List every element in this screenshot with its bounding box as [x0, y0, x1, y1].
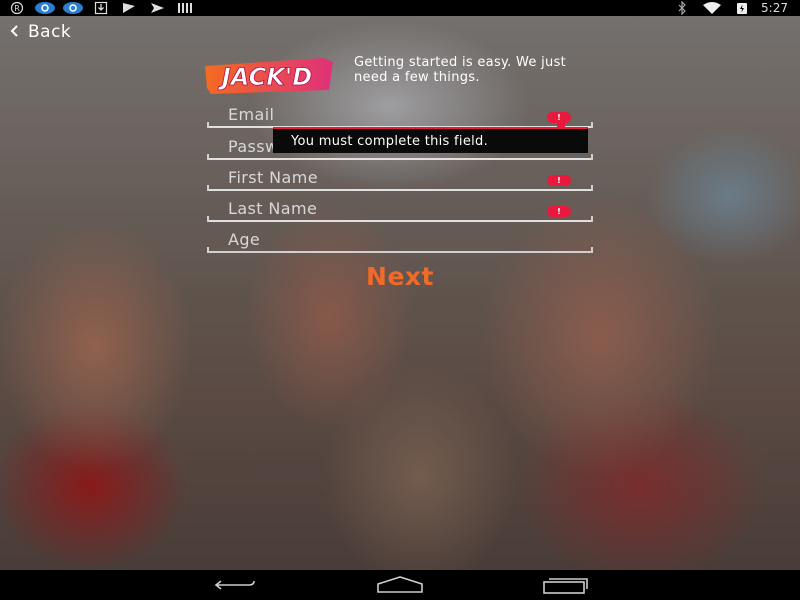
- error-tooltip: You must complete this field.: [273, 129, 588, 153]
- back-icon[interactable]: [210, 573, 260, 597]
- intro-text: Getting started is easy. We just need a …: [354, 55, 567, 85]
- email-placeholder: Email: [228, 105, 275, 124]
- age-placeholder: Age: [228, 230, 261, 249]
- age-field[interactable]: Age: [207, 225, 593, 253]
- field-underline: [207, 154, 593, 160]
- field-underline: [207, 185, 593, 191]
- field-underline: [207, 216, 593, 222]
- home-icon[interactable]: [375, 573, 425, 597]
- logo-text: JACK'D: [218, 63, 312, 91]
- signup-form-screen: JACK'D Getting started is easy. We just …: [0, 0, 800, 600]
- jackd-logo: JACK'D: [203, 56, 335, 96]
- error-badge-icon[interactable]: !: [547, 206, 571, 217]
- email-field[interactable]: Email !: [207, 100, 593, 128]
- recent-apps-icon[interactable]: [540, 573, 590, 597]
- field-underline: [207, 247, 593, 253]
- last-name-field[interactable]: Last Name !: [207, 194, 593, 222]
- navigation-bar: [0, 570, 800, 600]
- last-name-placeholder: Last Name: [228, 199, 318, 218]
- first-name-placeholder: First Name: [228, 168, 318, 187]
- next-button[interactable]: Next: [340, 262, 460, 296]
- error-badge-icon[interactable]: !: [547, 175, 571, 186]
- first-name-field[interactable]: First Name !: [207, 163, 593, 191]
